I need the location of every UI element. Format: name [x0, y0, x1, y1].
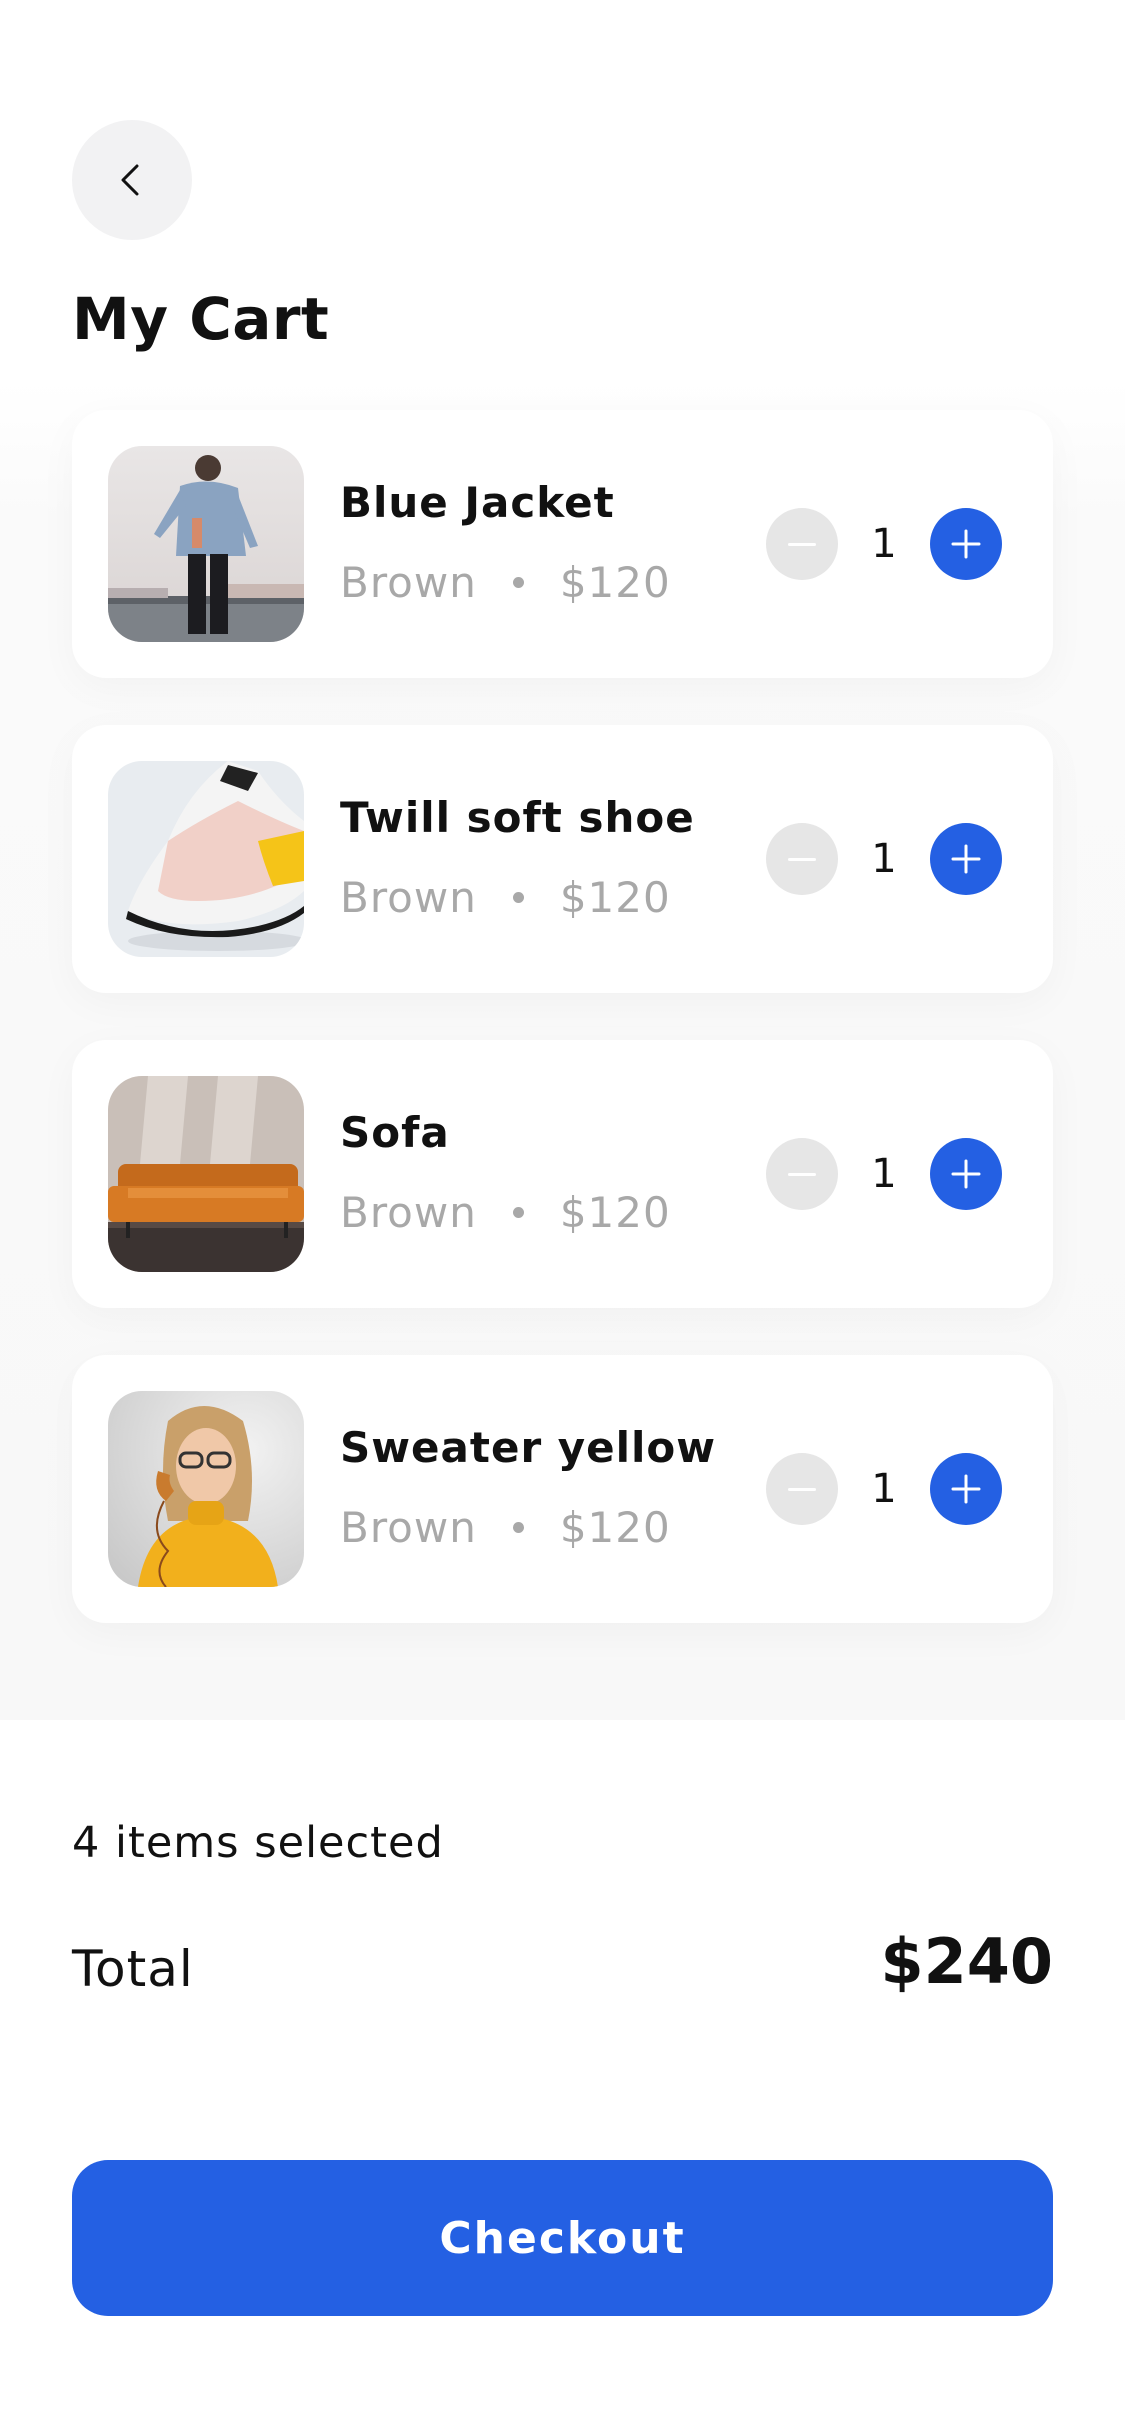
plus-icon [951, 1474, 981, 1504]
item-meta: Brown $120 [340, 558, 671, 607]
product-image [108, 1076, 304, 1272]
item-name: Blue Jacket [340, 478, 615, 527]
checkout-button[interactable]: Checkout [72, 2160, 1053, 2316]
item-meta: Brown $120 [340, 873, 671, 922]
item-name: Sweater yellow [340, 1423, 717, 1472]
product-image [108, 761, 304, 957]
total-label: Total [72, 1940, 194, 1998]
separator-dot [512, 1207, 524, 1218]
item-color: Brown [340, 1188, 477, 1237]
decrease-quantity-button[interactable] [766, 1453, 838, 1525]
decrease-quantity-button[interactable] [766, 508, 838, 580]
item-price: $120 [559, 558, 671, 607]
item-color: Brown [340, 1503, 477, 1552]
quantity-value: 1 [871, 1466, 897, 1512]
increase-quantity-button[interactable] [930, 823, 1002, 895]
increase-quantity-button[interactable] [930, 508, 1002, 580]
quantity-value: 1 [871, 1151, 897, 1197]
item-name: Sofa [340, 1108, 450, 1157]
item-price: $120 [559, 1503, 671, 1552]
separator-dot [512, 892, 524, 903]
total-value: $240 [880, 1925, 1053, 1998]
cart-item[interactable]: Blue Jacket Brown $120 1 [72, 410, 1053, 678]
increase-quantity-button[interactable] [930, 1453, 1002, 1525]
quantity-value: 1 [871, 521, 897, 567]
product-image [108, 1391, 304, 1587]
plus-icon [951, 1159, 981, 1189]
item-color: Brown [340, 873, 477, 922]
increase-quantity-button[interactable] [930, 1138, 1002, 1210]
minus-icon [788, 1172, 816, 1176]
chevron-left-icon [121, 164, 139, 196]
cart-item[interactable]: Sofa Brown $120 1 [72, 1040, 1053, 1308]
item-name: Twill soft shoe [340, 793, 695, 842]
cart-item[interactable]: Sweater yellow Brown $120 1 [72, 1355, 1053, 1623]
minus-icon [788, 1487, 816, 1491]
decrease-quantity-button[interactable] [766, 823, 838, 895]
item-price: $120 [559, 1188, 671, 1237]
item-meta: Brown $120 [340, 1188, 671, 1237]
plus-icon [951, 529, 981, 559]
minus-icon [788, 542, 816, 546]
back-button[interactable] [72, 120, 192, 240]
product-image [108, 446, 304, 642]
item-price: $120 [559, 873, 671, 922]
decrease-quantity-button[interactable] [766, 1138, 838, 1210]
item-color: Brown [340, 558, 477, 607]
separator-dot [512, 577, 524, 588]
page-title: My Cart [72, 285, 330, 353]
minus-icon [788, 857, 816, 861]
plus-icon [951, 844, 981, 874]
item-meta: Brown $120 [340, 1503, 671, 1552]
cart-item[interactable]: Twill soft shoe Brown $120 1 [72, 725, 1053, 993]
separator-dot [512, 1522, 524, 1533]
quantity-value: 1 [871, 836, 897, 882]
selected-items-count: 4 items selected [72, 1818, 444, 1868]
